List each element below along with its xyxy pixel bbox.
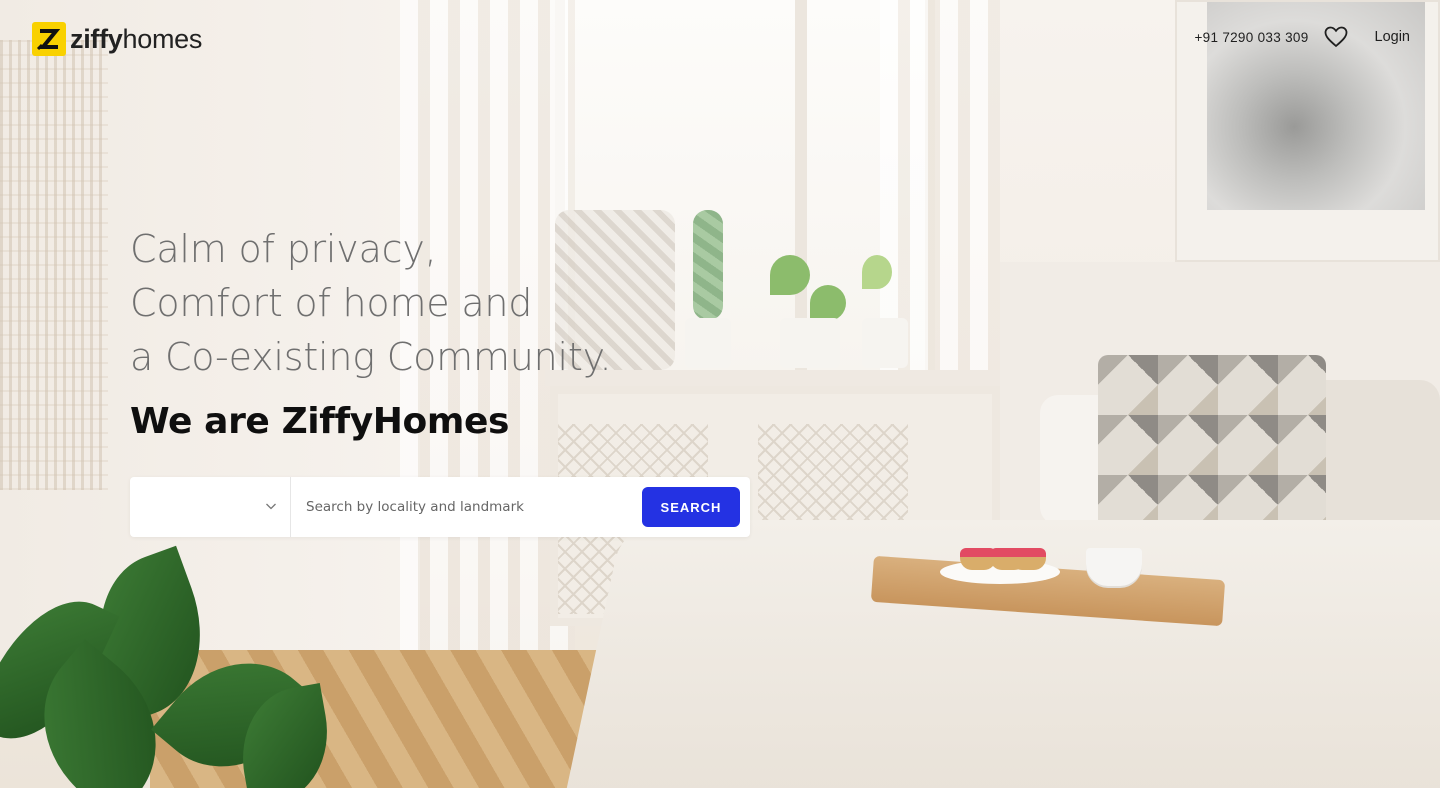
coffee-cup (1086, 548, 1142, 586)
site-header: ziffyhomes +91 7290 033 309 Login (0, 0, 1440, 76)
search-bar: SEARCH (130, 477, 750, 537)
tagline-line: a Co-existing Community. (130, 335, 612, 379)
hero-copy: Calm of privacy, Comfort of home and a C… (130, 222, 612, 446)
hero-tagline: Calm of privacy, Comfort of home and a C… (130, 222, 612, 384)
hero-headline: We are ZiffyHomes (130, 401, 510, 442)
tagline-line: Calm of privacy, (130, 227, 437, 271)
plant-pot (685, 318, 731, 368)
search-input[interactable] (291, 477, 642, 537)
plant-pot (862, 318, 908, 368)
potted-plant-leaf (862, 255, 892, 289)
login-link[interactable]: Login (1375, 29, 1410, 45)
tart (1010, 548, 1046, 570)
brand-wordmark-light: homes (122, 24, 203, 54)
brand-wordmark: ziffyhomes (70, 22, 202, 56)
macrame-wall-hanging (0, 40, 108, 490)
city-select[interactable] (130, 477, 291, 537)
potted-plant-leaf (770, 255, 810, 295)
plant-pot (780, 318, 840, 368)
window-sill (545, 370, 1005, 386)
brand-logo[interactable]: ziffyhomes (32, 22, 202, 56)
geometric-pillow (1098, 355, 1326, 535)
header-nav: +91 7290 033 309 Login (1194, 24, 1410, 50)
brand-wordmark-bold: ziffy (70, 24, 123, 54)
heart-icon[interactable] (1323, 24, 1349, 50)
tagline-line: Comfort of home and (130, 281, 533, 325)
chevron-down-icon (266, 503, 276, 510)
phone-number-link[interactable]: +91 7290 033 309 (1194, 30, 1308, 45)
potted-plant-leaf (810, 285, 846, 321)
cactus-plant (693, 210, 723, 320)
ziffy-logo-icon (32, 22, 66, 56)
search-button[interactable]: SEARCH (642, 487, 740, 527)
